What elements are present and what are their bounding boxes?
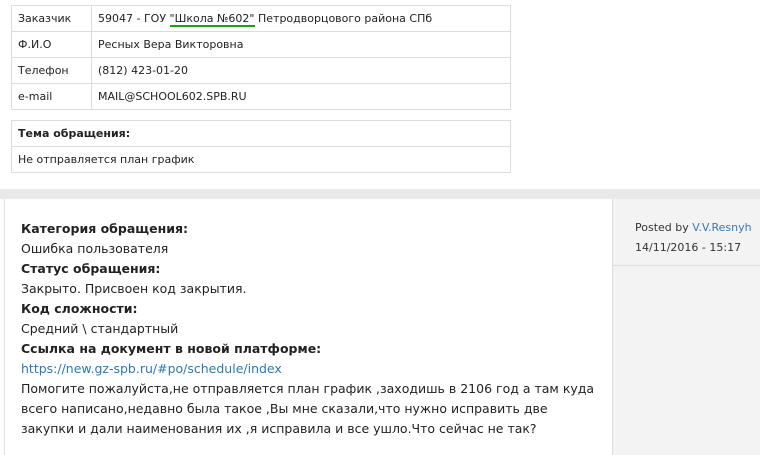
info-value: MAIL@SCHOOL602.SPB.RU: [91, 83, 511, 110]
subject-value: Не отправляется план график: [11, 146, 511, 173]
info-row-fio: Ф.И.О Ресных Вера Викторовна: [11, 31, 511, 58]
info-label: e-mail: [11, 83, 92, 110]
info-label: Ф.И.О: [11, 31, 92, 58]
info-row-customer: Заказчик 59047 - ГОУ "Школа №602" Петрод…: [11, 5, 511, 32]
category-value: Ошибка пользователя: [21, 241, 169, 256]
post-datetime: 14/11/2016 - 15:17: [635, 241, 742, 254]
customer-suffix: Петродворцового района СПб: [254, 12, 433, 25]
complexity-label: Код сложности:: [21, 301, 138, 316]
info-value: 59047 - ГОУ "Школа №602" Петродворцового…: [91, 5, 511, 32]
subject-table: Тема обращения: Не отправляется план гра…: [11, 120, 511, 173]
info-row-phone: Телефон (812) 423-01-20: [11, 57, 511, 84]
message-body: Категория обращения: Ошибка пользователя…: [21, 219, 601, 439]
complexity-value: Средний \ стандартный: [21, 321, 179, 336]
request-info-card: Заказчик 59047 - ГОУ "Школа №602" Петрод…: [0, 0, 760, 189]
school-name-highlight: "Школа №602": [169, 12, 255, 27]
info-label: Телефон: [11, 57, 92, 84]
message-content-area: Категория обращения: Ошибка пользователя…: [4, 199, 612, 455]
posted-by: Posted by V.V.Resnyh: [635, 221, 752, 234]
info-value: Ресных Вера Викторовна: [91, 31, 511, 58]
subject-header: Тема обращения:: [11, 120, 511, 147]
status-value: Закрыто. Присвоен код закрытия.: [21, 281, 247, 296]
message-text: Помогите пожалуйста,не отправляется план…: [21, 381, 595, 436]
posted-by-label: Posted by: [635, 221, 689, 234]
request-info-table: Заказчик 59047 - ГОУ "Школа №602" Петрод…: [11, 5, 511, 110]
document-link[interactable]: https://new.gz-spb.ru/#po/schedule/index: [21, 361, 282, 376]
status-label: Статус обращения:: [21, 261, 161, 276]
document-link-label: Ссылка на документ в новой платформе:: [21, 341, 322, 356]
info-row-email: e-mail MAIL@SCHOOL602.SPB.RU: [11, 83, 511, 110]
info-value: (812) 423-01-20: [91, 57, 511, 84]
category-label: Категория обращения:: [21, 221, 188, 236]
info-label: Заказчик: [11, 5, 92, 32]
customer-prefix: 59047 - ГОУ: [98, 12, 170, 25]
author-link[interactable]: V.V.Resnyh: [692, 221, 751, 234]
post-meta: Posted by V.V.Resnyh 14/11/2016 - 15:17: [613, 199, 760, 266]
section-separator: [0, 189, 760, 199]
